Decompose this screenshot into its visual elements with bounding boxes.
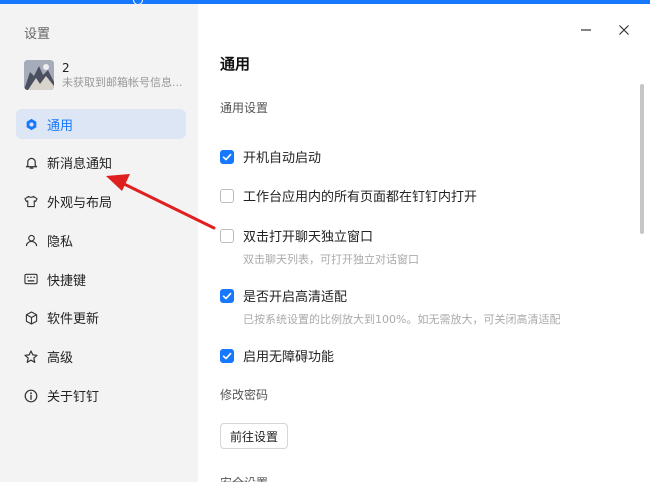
option-label: 双击打开聊天独立窗口 [243,230,374,245]
checkmark-icon [222,292,232,299]
sidebar-item-label: 新消息通知 [47,157,113,173]
avatar [24,60,54,90]
user-email-status: 未获取到邮箱帐号信息... [62,75,183,89]
window-title: 设置 [24,27,51,42]
sidebar-item-label: 高级 [47,351,74,367]
option-description: 已按系统设置的比例放大到100%。如无需放大，可关闭高清适配 [243,313,561,326]
checkmark-icon [222,352,232,359]
sidebar-item-label: 软件更新 [47,312,100,328]
user-profile[interactable]: 2 未获取到邮箱帐号信息... [24,60,190,90]
option-open-in-dingtalk[interactable]: 工作台应用内的所有页面都在钉钉内打开 [220,186,477,205]
sidebar-item-general[interactable]: 通用 [16,109,186,139]
open-in-dingtalk-checkbox[interactable] [220,188,234,203]
sidebar-item-about[interactable]: 关于钉钉 [16,381,186,411]
sidebar-item-advanced[interactable]: 高级 [16,342,186,372]
option-auto-start[interactable]: 开机自动启动 [220,147,321,166]
bell-icon [24,156,38,170]
info-icon [24,389,38,403]
sidebar-item-label: 通用 [47,118,74,134]
sidebar-item-updates[interactable]: 软件更新 [16,303,186,333]
accessibility-checkbox[interactable] [220,348,234,363]
option-description: 双击聊天列表，可打开独立对话窗口 [243,253,419,266]
hd-adapt-checkbox[interactable] [220,288,234,303]
option-label: 工作台应用内的所有页面都在钉钉内打开 [243,190,478,205]
auto-start-checkbox[interactable] [220,149,234,164]
section-general-label: 通用设置 [220,101,269,115]
star-icon [24,350,38,364]
close-icon [618,21,630,40]
sidebar-item-privacy[interactable]: 隐私 [16,225,186,255]
sidebar-item-label: 快捷键 [47,273,87,289]
person-icon [24,233,38,247]
cube-icon [24,311,38,325]
settings-icon [24,117,38,131]
section-password-label: 修改密码 [220,388,269,402]
goto-settings-button[interactable]: 前往设置 [220,423,289,449]
sidebar-item-shortcuts[interactable]: 快捷键 [16,264,186,294]
keyboard-icon [24,272,38,286]
minimize-button[interactable] [578,22,594,38]
option-hd-adapt[interactable]: 是否开启高清适配 [220,286,347,305]
user-name: 2 [62,60,70,75]
option-label: 是否开启高清适配 [243,290,348,305]
page-title: 通用 [220,55,251,73]
sidebar-item-notifications[interactable]: 新消息通知 [16,148,186,178]
sidebar-nav: 通用 新消息通知 外观与布局 隐私 快捷键 软件更新 高级 关于钉钉 [16,109,186,419]
sidebar-item-label: 外观与布局 [47,196,113,212]
sidebar-item-label: 隐私 [47,234,74,250]
double-click-window-checkbox[interactable] [220,228,234,243]
close-button[interactable] [616,22,632,38]
sidebar: 设置 2 未获取到邮箱帐号信息... 通用 新消息通知 外观与布局 隐私 快捷键… [0,4,198,482]
option-label: 启用无障碍功能 [243,350,335,365]
settings-content: 通用 通用设置 开机自动启动 工作台应用内的所有页面都在钉钉内打开 双击打开聊天… [198,4,650,482]
shirt-icon [24,195,38,209]
option-accessibility[interactable]: 启用无障碍功能 [220,346,334,365]
scrollbar-thumb[interactable] [640,84,644,234]
sidebar-item-appearance[interactable]: 外观与布局 [16,187,186,217]
section-security-label: 安全设置 [220,474,268,482]
option-double-click-window[interactable]: 双击打开聊天独立窗口 [220,226,373,245]
option-label: 开机自动启动 [243,151,322,166]
minimize-icon [580,21,592,40]
sidebar-item-label: 关于钉钉 [47,390,100,406]
checkmark-icon [222,153,232,160]
